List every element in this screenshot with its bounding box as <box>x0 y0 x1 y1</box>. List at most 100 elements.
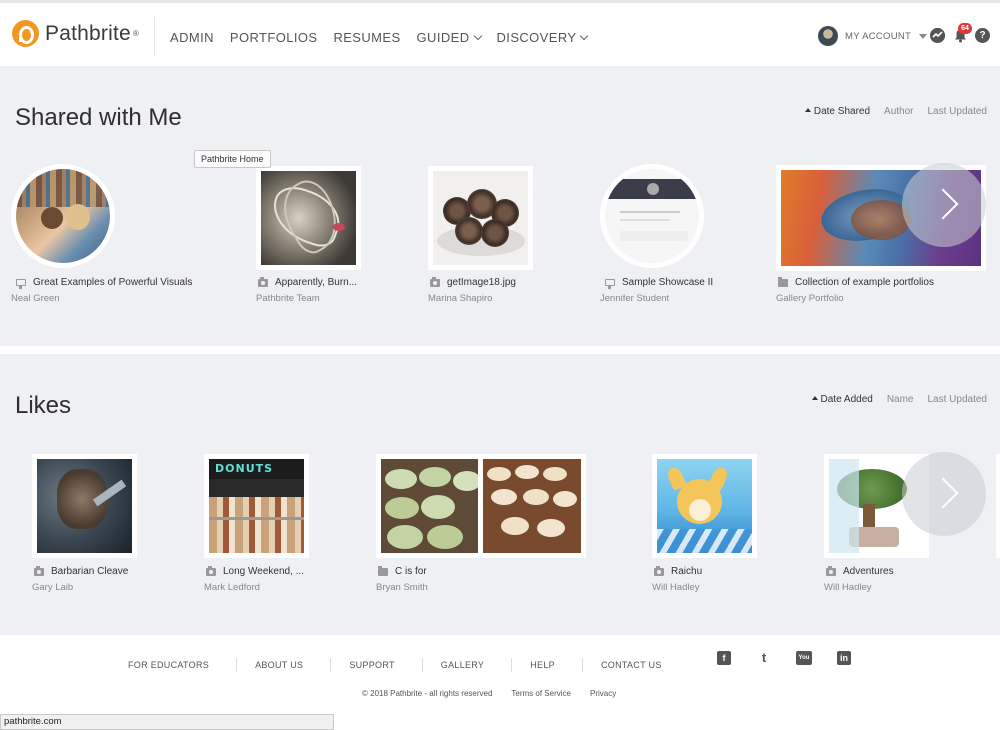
nav-resumes[interactable]: RESUMES <box>333 30 400 45</box>
sort-ascending-icon <box>804 108 811 112</box>
like-card-5-owner[interactable]: Will Hadley <box>824 582 872 593</box>
pathbrite-logo-icon <box>12 20 39 47</box>
like-card-3-title-text: C is for <box>395 566 427 577</box>
browser-status-bar-url: pathbrite.com <box>0 714 334 730</box>
shared-section-title: Shared with Me <box>15 104 182 131</box>
collection-folder-icon <box>778 276 788 287</box>
like-card-5-title-text: Adventures <box>843 566 894 577</box>
likes-next-arrow-icon[interactable] <box>902 452 986 536</box>
camera-icon <box>826 565 836 576</box>
card-thumbnail[interactable] <box>11 164 115 268</box>
shared-card-5-title-text: Collection of example portfolios <box>795 277 934 288</box>
like-card-1-title[interactable]: Barbarian Cleave <box>34 565 128 577</box>
card-thumbnail[interactable] <box>256 166 361 270</box>
card-thumbnail[interactable]: DONUTS <box>204 454 309 558</box>
camera-icon <box>654 565 664 576</box>
card-thumbnail[interactable] <box>32 454 137 558</box>
sort-date-added-label: Date Added <box>820 394 873 405</box>
shared-card-4-title-text: Sample Showcase II <box>622 277 714 288</box>
linkedin-icon[interactable]: in <box>837 651 851 665</box>
copyright-text: © 2018 Pathbrite - all rights reserved <box>362 689 493 698</box>
section-separator <box>0 346 1000 354</box>
terms-of-service-link[interactable]: Terms of Service <box>511 689 571 698</box>
my-account-label: MY ACCOUNT <box>845 30 912 42</box>
sort-date-shared[interactable]: Date Shared <box>804 106 870 117</box>
nav-admin-label: ADMIN <box>170 30 214 45</box>
sort-last-updated[interactable]: Last Updated <box>928 106 988 117</box>
like-card-3-title[interactable]: C is for <box>378 565 427 577</box>
camera-icon <box>430 276 440 287</box>
shared-card-2-title-text: Apparently, Burn... <box>275 277 358 288</box>
shared-card-3-title[interactable]: getImage18.jpg <box>430 276 516 288</box>
shared-card-1-owner[interactable]: Neal Green <box>11 293 60 304</box>
nav-portfolios-label: PORTFOLIOS <box>229 30 318 45</box>
activity-icon[interactable] <box>930 28 945 43</box>
nav-portfolios[interactable]: PORTFOLIOS <box>230 30 318 45</box>
help-icon[interactable]: ? <box>975 28 990 43</box>
sort-last-updated[interactable]: Last Updated <box>928 394 988 405</box>
shared-next-arrow-icon[interactable] <box>902 163 986 247</box>
shared-card-1-title[interactable]: Great Examples of Powerful Visuals <box>16 277 192 289</box>
brand-name: Pathbrite <box>45 21 131 45</box>
shared-card-5-owner[interactable]: Gallery Portfolio <box>776 293 844 304</box>
shared-card-3-owner[interactable]: Marina Shapiro <box>428 293 492 304</box>
footer-link-help[interactable]: HELP <box>512 658 583 672</box>
chevron-down-icon <box>580 31 589 41</box>
shared-sort-options: Date Shared Author Last Updated <box>791 106 987 117</box>
header-divider <box>154 17 155 57</box>
my-account-menu[interactable]: MY ACCOUNT <box>818 26 928 46</box>
shared-card-2-owner[interactable]: Pathbrite Team <box>256 293 320 304</box>
sort-date-added[interactable]: Date Added <box>811 394 873 405</box>
shared-card-4-owner[interactable]: Jennifer Student <box>600 293 669 304</box>
nav-guided-label: GUIDED <box>416 30 470 45</box>
likes-section-title: Likes <box>15 392 72 419</box>
footer-link-support[interactable]: SUPPORT <box>331 658 423 672</box>
registered-mark: ® <box>132 29 139 38</box>
sort-author[interactable]: Author <box>884 106 913 117</box>
facebook-icon[interactable]: f <box>717 651 731 665</box>
privacy-link[interactable]: Privacy <box>590 689 616 698</box>
shared-card-4-title[interactable]: Sample Showcase II <box>605 277 714 289</box>
card-thumbnail[interactable] <box>600 164 704 268</box>
youtube-icon[interactable]: You <box>796 651 812 665</box>
card-thumbnail[interactable] <box>428 166 533 270</box>
footer-link-gallery[interactable]: GALLERY <box>423 658 513 672</box>
like-card-3-owner[interactable]: Bryan Smith <box>376 582 428 593</box>
like-card-4-owner[interactable]: Will Hadley <box>652 582 700 593</box>
footer-link-about-us[interactable]: ABOUT US <box>237 658 332 672</box>
like-card-2-owner[interactable]: Mark Ledford <box>204 582 260 593</box>
likes-sort-options: Date Added Name Last Updated <box>798 394 987 405</box>
like-card-5-title[interactable]: Adventures <box>826 565 894 577</box>
pathbrite-logo[interactable]: Pathbrite ® <box>12 20 139 47</box>
nav-resumes-label: RESUMES <box>333 30 401 45</box>
card-thumbnail[interactable] <box>652 454 757 558</box>
like-card-4-title[interactable]: Raichu <box>654 565 703 577</box>
nav-discovery[interactable]: DISCOVERY <box>497 30 589 45</box>
caret-down-icon <box>919 33 928 39</box>
collection-folder-icon <box>378 565 388 576</box>
shared-card-2-title[interactable]: Apparently, Burn... <box>258 276 358 288</box>
nav-admin[interactable]: ADMIN <box>170 30 214 45</box>
notification-count-badge: 64 <box>958 23 972 34</box>
footer-link-contact-us[interactable]: CONTACT US <box>583 658 689 672</box>
card-thumbnail-partial[interactable] <box>996 454 1000 558</box>
card-thumbnail[interactable] <box>376 454 586 558</box>
showcase-icon <box>16 279 26 289</box>
likes-section: Likes Date Added Name Last Updated Barba… <box>0 354 1000 635</box>
nav-guided[interactable]: GUIDED <box>416 30 482 45</box>
camera-icon <box>206 565 216 576</box>
like-card-2-title[interactable]: Long Weekend, ... <box>206 565 304 577</box>
donut-shop-sign-text: DONUTS <box>215 462 274 475</box>
twitter-icon[interactable]: t <box>757 651 771 665</box>
shared-card-5-title[interactable]: Collection of example portfolios <box>778 276 934 288</box>
sort-ascending-icon <box>811 396 818 400</box>
camera-icon <box>34 565 44 576</box>
footer-links: FOR EDUCATORS ABOUT US SUPPORT GALLERY H… <box>110 658 689 672</box>
like-card-1-owner[interactable]: Gary Laib <box>32 582 73 593</box>
like-card-4-title-text: Raichu <box>671 566 703 577</box>
sort-name[interactable]: Name <box>887 394 914 405</box>
pathbrite-home-tooltip: Pathbrite Home <box>194 150 271 168</box>
footer-link-for-educators[interactable]: FOR EDUCATORS <box>110 658 238 672</box>
top-navigation-bar: Pathbrite ® ADMIN PORTFOLIOS RESUMES GUI… <box>0 0 1000 66</box>
shared-with-me-section: Shared with Me Date Shared Author Last U… <box>0 66 1000 346</box>
